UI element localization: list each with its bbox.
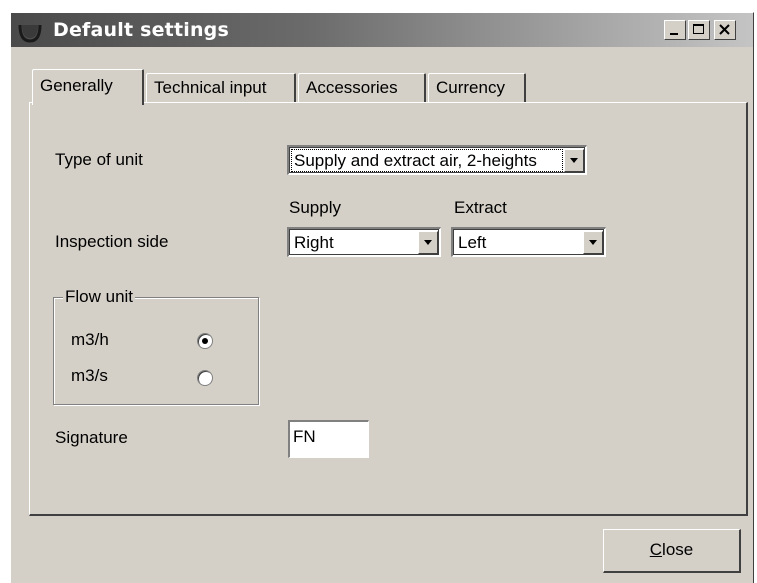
supply-side-value: Right: [294, 233, 334, 252]
chevron-down-icon[interactable]: [418, 231, 438, 254]
flow-unit-legend: Flow unit: [63, 287, 136, 307]
close-button-label: lose: [662, 540, 694, 559]
tab-generally[interactable]: Generally: [32, 69, 144, 105]
signature-input[interactable]: FN: [288, 420, 369, 458]
close-button[interactable]: Close: [603, 529, 741, 573]
tab-currency[interactable]: Currency: [428, 73, 526, 103]
inspection-side-label: Inspection side: [55, 232, 169, 251]
extract-header: Extract: [454, 198, 507, 217]
extract-side-value: Left: [458, 233, 487, 252]
maximize-button[interactable]: [688, 20, 710, 40]
type-of-unit-value: Supply and extract air, 2-heights: [291, 149, 563, 172]
close-button-mnemonic: C: [649, 540, 663, 559]
type-of-unit-label: Type of unit: [55, 150, 143, 169]
flow-unit-m3s-radio[interactable]: [197, 370, 213, 386]
maximize-icon: [693, 24, 704, 34]
flow-unit-m3s-label: m3/s: [71, 366, 108, 385]
minimize-icon: [670, 33, 678, 35]
flow-unit-m3h-radio[interactable]: [197, 333, 213, 349]
supply-side-select[interactable]: Right: [287, 227, 441, 257]
tab-accessories[interactable]: Accessories: [298, 73, 426, 103]
flow-unit-group: [53, 297, 259, 405]
type-of-unit-select[interactable]: Supply and extract air, 2-heights: [287, 145, 587, 175]
chevron-down-icon[interactable]: [583, 231, 603, 254]
signature-label: Signature: [55, 428, 128, 447]
minimize-button[interactable]: [664, 20, 686, 40]
extract-side-select[interactable]: Left: [451, 227, 606, 257]
close-icon: [719, 24, 730, 35]
dialog-window: Default settings Generally Technical inp…: [10, 12, 754, 583]
flow-unit-m3h-label: m3/h: [71, 330, 109, 349]
app-icon: [18, 24, 42, 43]
chevron-down-icon[interactable]: [564, 149, 584, 172]
tab-technical-input[interactable]: Technical input: [146, 73, 296, 103]
supply-header: Supply: [289, 198, 341, 217]
title-bar[interactable]: Default settings: [11, 13, 753, 47]
close-window-button[interactable]: [714, 20, 736, 40]
window-title: Default settings: [53, 19, 229, 41]
